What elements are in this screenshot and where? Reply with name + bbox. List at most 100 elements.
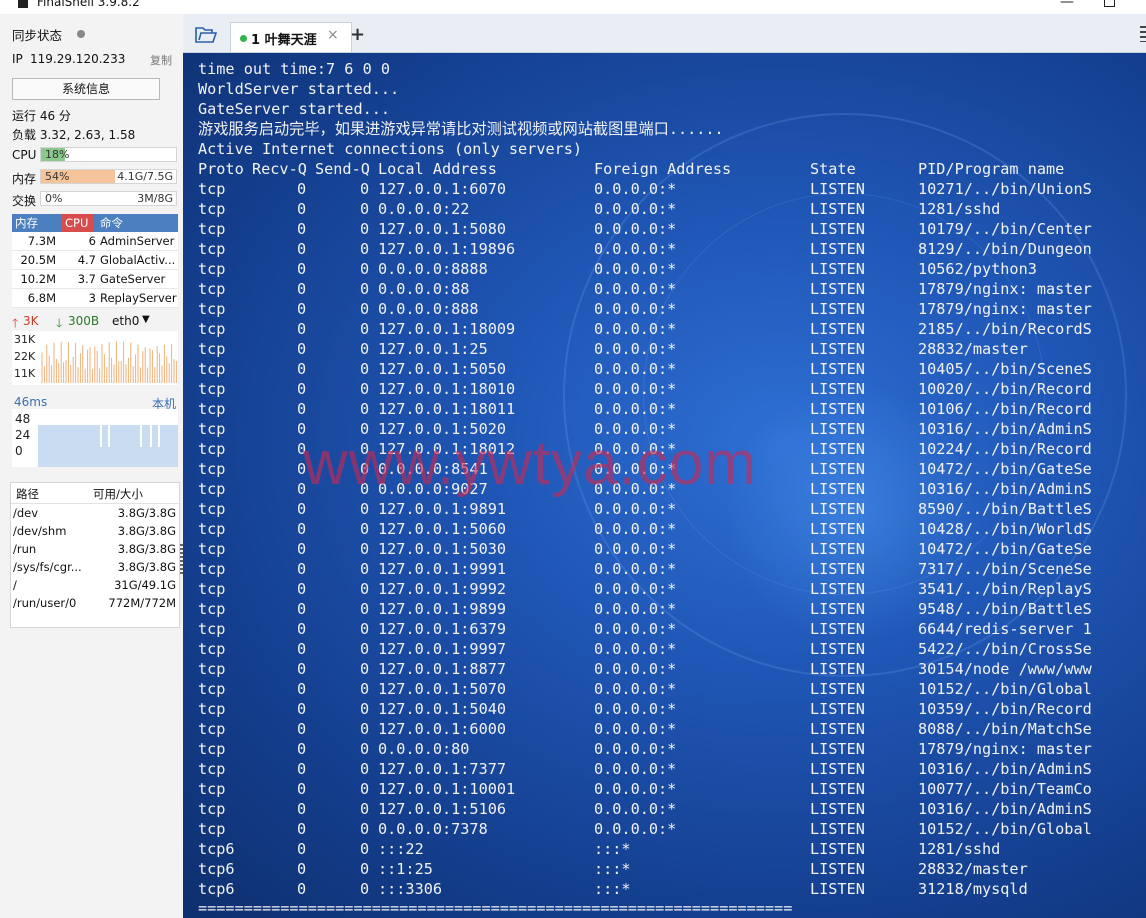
netstat-cell: LISTEN	[810, 400, 865, 418]
netstat-cell: 8129/../bin/Dungeon	[918, 240, 1092, 258]
netstat-cell: LISTEN	[810, 420, 865, 438]
netstat-cell: 10472/../bin/GateSe	[918, 460, 1092, 478]
folder-icon[interactable]	[195, 27, 217, 43]
process-mem: 6.8M	[27, 291, 56, 305]
netstat-cell: LISTEN	[810, 300, 865, 318]
netstat-cell: 10359/../bin/Record	[918, 700, 1092, 718]
sync-status-icon	[77, 30, 85, 38]
netstat-cell: LISTEN	[810, 660, 865, 678]
netstat-row: tcp 0 0 0.0.0.0:88 0.0.0.0:* LISTEN 17879/ngin…	[198, 279, 1098, 299]
disk-path: /run/user/0	[13, 596, 77, 610]
netstat-cell: LISTEN	[810, 740, 865, 758]
close-icon[interactable]: ×	[327, 27, 339, 43]
process-mem: 10.2M	[20, 272, 56, 286]
netstat-row: tcp 0 0 127.0.0.1:18009 0.0.0.0:* LISTEN 2185/…	[198, 319, 1098, 339]
netstat-cell: 17879/nginx: master	[918, 280, 1092, 298]
tab-label: 1 叶舞天涯	[251, 33, 317, 48]
chevron-down-icon[interactable]: ▼	[142, 314, 150, 325]
disk-table-header: 路径 可用/大小	[11, 483, 179, 504]
netstat-cell: 127.0.0.1:5030	[378, 540, 507, 558]
netstat-row: tcp 0 0 127.0.0.1:18010 0.0.0.0:* LISTEN 10020…	[198, 379, 1098, 399]
proc-header-cpu[interactable]: CPU	[62, 214, 94, 232]
disk-row[interactable]: /sys/fs/cgr... 3.8G/3.8G	[11, 558, 179, 576]
net-tick-label: 22K	[14, 350, 36, 363]
netstat-cell: tcp	[198, 540, 226, 558]
window-titlebar: FinalShell 3.9.8.2 —	[0, 0, 1146, 14]
netstat-cell: tcp	[198, 360, 226, 378]
disk-row[interactable]: /dev/shm 3.8G/3.8G	[11, 522, 179, 540]
netstat-cell: 0	[297, 280, 307, 298]
netstat-cell: 10316/../bin/AdminS	[918, 480, 1092, 498]
disk-header-size[interactable]: 可用/大小	[93, 486, 143, 502]
disk-row[interactable]: /run/user/0 772M/772M	[11, 594, 179, 612]
netstat-cell: 0	[297, 600, 307, 618]
netstat-cell: 0	[297, 580, 307, 598]
netstat-cell: 0	[297, 380, 307, 398]
system-info-button[interactable]: 系统信息	[12, 78, 160, 100]
netstat-cell: tcp	[198, 420, 226, 438]
netstat-cell: LISTEN	[810, 880, 865, 898]
netstat-cell: 0.0.0.0:*	[594, 520, 677, 538]
proc-header-mem[interactable]: 内存	[15, 215, 38, 231]
ping-latency: 46ms	[14, 395, 48, 409]
process-row[interactable]: 7.3M 6 AdminServer	[12, 232, 178, 251]
process-cpu: 3.7	[77, 272, 96, 286]
netstat-cell: 0	[360, 720, 370, 738]
cpu-percent: 18%	[45, 148, 70, 161]
process-row[interactable]: 10.2M 3.7 GateServer	[12, 270, 178, 289]
disk-path: /dev/shm	[13, 524, 67, 538]
minimize-button[interactable]: —	[1060, 0, 1074, 10]
netstat-cell: tcp	[198, 300, 226, 318]
latency-gap	[140, 425, 142, 447]
netstat-cell: 10271/../bin/UnionS	[918, 180, 1092, 198]
netstat-row: tcp 0 0 0.0.0.0:7378 0.0.0.0:* LISTEN 10152/..…	[198, 819, 1098, 839]
netstat-cell: 0	[297, 360, 307, 378]
process-row[interactable]: 6.8M 3 ReplayServer	[12, 289, 178, 308]
proc-header-cmd[interactable]: 命令	[100, 215, 123, 231]
process-command: AdminServer	[100, 234, 175, 248]
process-command: GlobalActiv...	[100, 253, 176, 267]
process-mem: 7.3M	[27, 234, 56, 248]
netstat-cell: 0	[360, 740, 370, 758]
netstat-cell: 3541/../bin/ReplayS	[918, 580, 1092, 598]
netstat-row: tcp 0 0 0.0.0.0:888 0.0.0.0:* LISTEN 17879/ngi…	[198, 299, 1098, 319]
netstat-cell: 0	[360, 560, 370, 578]
process-mem: 20.5M	[20, 253, 56, 267]
menu-icon[interactable]	[1140, 26, 1146, 42]
copy-ip-link[interactable]: 复制	[150, 52, 172, 68]
netstat-cell: 0.0.0.0:*	[594, 400, 677, 418]
netstat-cell: 0	[360, 840, 370, 858]
netstat-cell: 9548/../bin/BattleS	[918, 600, 1092, 618]
disk-row[interactable]: /dev 3.8G/3.8G	[11, 504, 179, 522]
netstat-cell: 127.0.0.1:9997	[378, 640, 507, 658]
netstat-cell: 17879/nginx: master	[918, 300, 1092, 318]
netstat-cell: 127.0.0.1:25	[378, 340, 488, 358]
interface-select[interactable]: eth0	[112, 314, 139, 328]
disk-row[interactable]: /run 3.8G/3.8G	[11, 540, 179, 558]
netstat-cell: 8088/../bin/MatchSe	[918, 720, 1092, 738]
disk-size: 3.8G/3.8G	[117, 560, 176, 574]
netstat-cell: LISTEN	[810, 780, 865, 798]
netstat-cell: 127.0.0.1:9891	[378, 500, 507, 518]
netstat-cell: :::22	[378, 840, 424, 858]
netstat-cell: LISTEN	[810, 860, 865, 878]
process-row[interactable]: 20.5M 4.7 GlobalActiv...	[12, 251, 178, 270]
netstat-cell: :::*	[594, 840, 631, 858]
terminal-output[interactable]: time out time:7 6 0 0 WorldServer started…	[183, 53, 1146, 918]
netstat-row: tcp6 0 0:::22:::* LISTEN 1281/sshd	[198, 839, 1098, 859]
netstat-cell: tcp	[198, 280, 226, 298]
netstat-cell: 0	[360, 800, 370, 818]
watermark-text: www.ywtya.com	[303, 429, 757, 498]
netstat-cell: 0	[360, 520, 370, 538]
netstat-cell: tcp	[198, 520, 226, 538]
netstat-cell: 0	[360, 580, 370, 598]
tab-session-1[interactable]: 1 叶舞天涯 ×	[230, 22, 352, 52]
disk-row[interactable]: / 31G/49.1G	[11, 576, 179, 594]
cpu-meter: 18%	[40, 147, 177, 162]
netstat-cell: LISTEN	[810, 260, 865, 278]
maximize-button[interactable]	[1104, 0, 1115, 7]
add-tab-icon[interactable]: +	[350, 24, 365, 45]
latency-gap	[150, 425, 152, 447]
disk-header-path[interactable]: 路径	[16, 486, 39, 502]
netstat-cell: LISTEN	[810, 560, 865, 578]
